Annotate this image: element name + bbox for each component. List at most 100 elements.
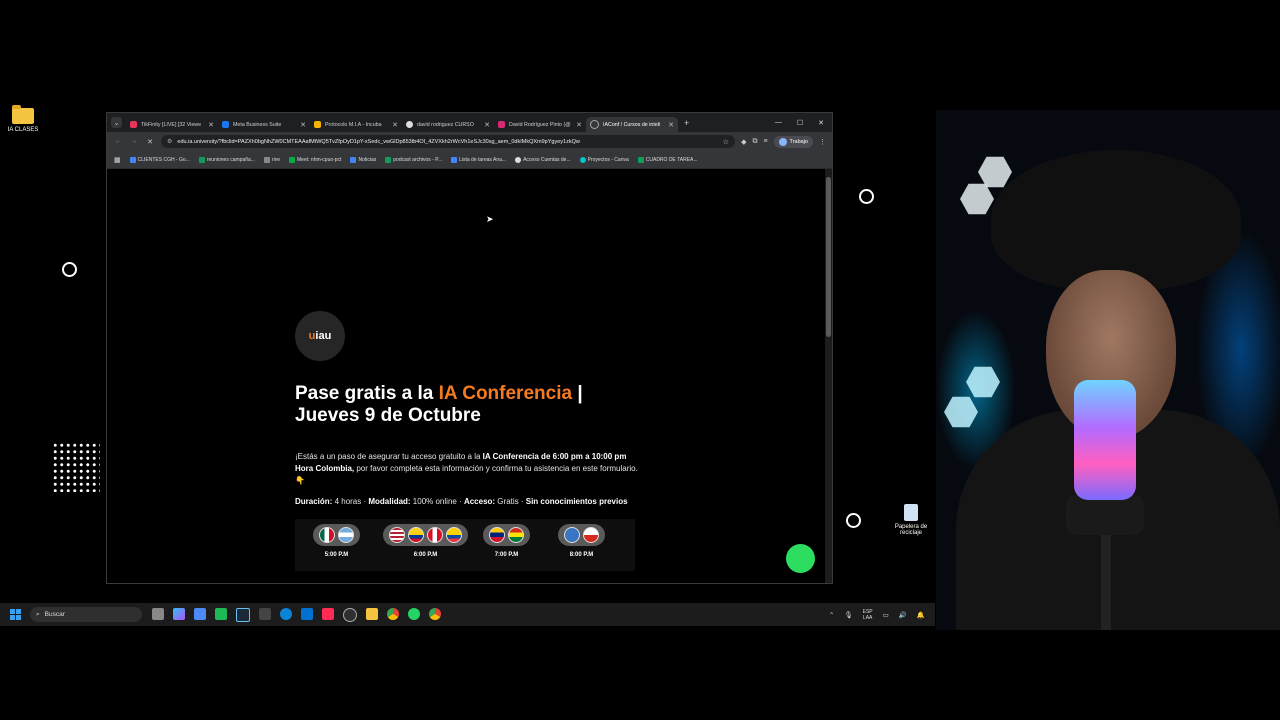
taskbar: ⌕ Buscar ⌃ 🎙 ESP LAA ▭ 🔊 🔔 <box>0 603 935 626</box>
media-player-icon[interactable] <box>215 607 227 620</box>
copilot-icon[interactable] <box>173 607 185 620</box>
bookmark-item[interactable]: CLIENTES CGH - Go... <box>129 156 190 163</box>
tab-close-icon[interactable]: ✕ <box>576 121 582 129</box>
colombia-flag-icon <box>408 527 424 543</box>
bookmark-item[interactable]: Proyectos - Canva <box>579 156 629 163</box>
media-controls-icon[interactable]: ≡ <box>763 138 767 145</box>
address-bar[interactable]: ⚙ edu.ia.university/?fbclid=PAZXh0bgNhZW… <box>161 135 736 148</box>
bookmark-favicon-icon <box>515 156 522 163</box>
decor-ring <box>846 513 861 528</box>
chrome-icon[interactable] <box>387 607 399 620</box>
decor-ring <box>859 189 874 204</box>
tab-close-icon[interactable]: ✕ <box>668 121 674 129</box>
extensions-puzzle-icon[interactable]: ⧉ <box>752 138 757 146</box>
bookmark-item[interactable]: rive <box>263 156 280 163</box>
bookmark-item[interactable]: CUADRO DE TAREA... <box>637 156 698 163</box>
tab-close-icon[interactable]: ✕ <box>300 121 306 129</box>
tab-close-icon[interactable]: ✕ <box>392 121 398 129</box>
chrome-profile-icon[interactable] <box>429 607 441 620</box>
page-title: Pase gratis a la IA Conferencia | Jueves… <box>295 383 583 426</box>
whatsapp-icon[interactable] <box>408 607 420 620</box>
network-icon[interactable]: ▭ <box>883 611 889 619</box>
site-info-icon[interactable]: ⚙ <box>167 138 172 145</box>
windows-start-icon[interactable] <box>10 609 21 620</box>
page-scrollbar[interactable] <box>825 169 832 583</box>
obs-icon[interactable] <box>343 607 357 622</box>
bookmark-star-icon[interactable]: ☆ <box>723 138 729 146</box>
stop-loading-icon[interactable]: ✕ <box>145 138 155 146</box>
bookmark-item[interactable]: Meet: nhm-cpuo-pct <box>289 156 341 163</box>
bookmark-favicon-icon <box>263 156 270 163</box>
timezone-group: 5:00 P.M <box>313 524 360 558</box>
microphone-icon[interactable]: 🎙 <box>844 611 852 619</box>
decor-ring <box>62 262 77 277</box>
bookmark-item[interactable]: reuniones campaña... <box>198 156 255 163</box>
profile-button[interactable]: Trabajo <box>773 135 813 148</box>
bookmark-favicon-icon <box>129 156 136 163</box>
page-content: ➤ u iau Pase gratis a la IA Conferencia |… <box>107 169 825 583</box>
input-language[interactable]: ESP LAA <box>863 609 873 621</box>
playstation-icon[interactable] <box>301 607 313 620</box>
tab-google-search[interactable]: david rodriguez CURSO ✕ <box>402 117 494 132</box>
tab-instagram[interactable]: David Rodríguez Pinto (@ ✕ <box>494 117 586 132</box>
recycle-bin-icon <box>904 504 918 521</box>
timezone-group: 6:00 P.M <box>383 524 468 558</box>
meta-favicon-icon <box>222 121 229 128</box>
recycle-bin-label: Papelera de reciclaje <box>894 524 928 536</box>
peru-flag-icon <box>427 527 443 543</box>
presenter-hat <box>991 150 1241 290</box>
desktop-recycle-bin[interactable]: Papelera de reciclaje <box>893 504 929 536</box>
file-explorer-icon[interactable] <box>366 607 378 620</box>
tab-close-icon[interactable]: ✕ <box>208 121 214 129</box>
venezuela-flag-icon <box>489 527 505 543</box>
store-icon[interactable] <box>194 607 206 620</box>
apps-grid-icon[interactable]: ▦ <box>114 156 121 164</box>
intro-paragraph: ¡Estás a un paso de asegurar tu acceso g… <box>295 452 638 485</box>
back-icon[interactable]: ← <box>113 138 123 145</box>
google-favicon-icon <box>406 121 413 128</box>
tiktok-icon[interactable] <box>322 607 334 620</box>
tab-protocolo[interactable]: Protocolo M.I.A - Incuba ✕ <box>310 117 402 132</box>
tab-meta-business[interactable]: Meta Business Suite ✕ <box>218 117 310 132</box>
address-url: edu.ia.university/?fbclid=PAZXh0bgNhZW0C… <box>177 138 580 145</box>
instagram-favicon-icon <box>498 121 505 128</box>
tab-tikfinity[interactable]: TikFinity [LIVE] [32 Viewe ✕ <box>126 117 218 132</box>
close-window-icon[interactable]: ✕ <box>818 119 824 127</box>
tray-chevron-up-icon[interactable]: ⌃ <box>829 611 834 619</box>
bookmark-item[interactable]: podcast archivos - P... <box>385 156 442 163</box>
browser-window: ⌄ TikFinity [LIVE] [32 Viewe ✕ Meta Busi… <box>106 112 833 584</box>
argentina-flag-icon <box>338 527 354 543</box>
taskbar-search[interactable]: ⌕ Buscar <box>30 607 142 622</box>
bookmark-favicon-icon <box>350 156 357 163</box>
bookmark-favicon-icon <box>198 156 205 163</box>
extension-icon[interactable]: ◆ <box>741 138 746 146</box>
maximize-icon[interactable]: ☐ <box>797 119 803 127</box>
webcam-feed <box>936 110 1280 630</box>
bookmark-favicon-icon <box>451 156 458 163</box>
bookmark-item[interactable]: Noticias <box>350 156 376 163</box>
epic-games-icon[interactable] <box>259 607 271 620</box>
desktop-folder-ia-clases[interactable]: IA CLASES <box>6 105 40 133</box>
browser-toolbar: ← → ✕ ⚙ edu.ia.university/?fbclid=PAZXh0… <box>107 132 832 151</box>
edge-icon[interactable] <box>280 607 292 620</box>
bookmark-item[interactable]: Lista de tareas Ana... <box>451 156 506 163</box>
tab-close-icon[interactable]: ✕ <box>484 121 490 129</box>
decor-dot-grid <box>52 442 100 492</box>
chat-widget-button[interactable] <box>786 544 815 573</box>
notification-bell-icon[interactable]: 🔔 <box>917 611 925 619</box>
ecuador-flag-icon <box>446 527 462 543</box>
tab-search-button[interactable]: ⌄ <box>111 117 122 128</box>
minimize-icon[interactable]: — <box>775 119 782 127</box>
task-view-icon[interactable] <box>152 607 164 620</box>
protocolo-favicon-icon <box>314 121 321 128</box>
steam-icon[interactable] <box>236 607 250 622</box>
forward-icon[interactable]: → <box>129 138 139 145</box>
tab-bar: ⌄ TikFinity [LIVE] [32 Viewe ✕ Meta Busi… <box>107 113 832 132</box>
bookmark-item[interactable]: Acceso Cuentas de... <box>515 156 571 163</box>
timezone-flags: 5:00 P.M 6:00 P.M 7:00 P.M 8:00 P.M <box>295 519 635 571</box>
tab-iaconf[interactable]: IAConf / Cursos de inteli ✕ <box>586 117 678 132</box>
menu-kebab-icon[interactable]: ⋮ <box>819 138 826 146</box>
iau-logo: u iau <box>295 311 345 361</box>
volume-icon[interactable]: 🔊 <box>899 611 907 619</box>
new-tab-button[interactable]: + <box>684 118 689 128</box>
